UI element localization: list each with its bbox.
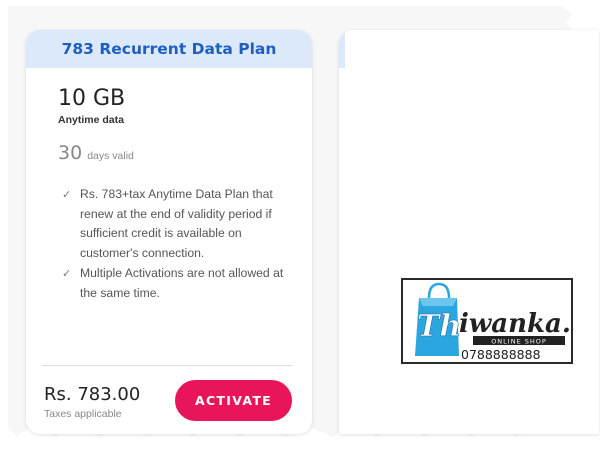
validity: 30 days valid: [58, 142, 134, 164]
feature-list: ✓ Rs. 783+tax Anytime Data Plan that ren…: [62, 185, 302, 304]
data-type: Anytime data: [58, 114, 124, 126]
list-item: ✓ Multiple Activations are not allowed a…: [62, 264, 302, 303]
feature-text: Rs. 783+tax Anytime Data Plan that renew…: [80, 187, 273, 260]
watermark-logo: Th iwanka.lk ONLINE SHOP 0788888888: [401, 278, 573, 364]
activate-button[interactable]: ACTIVATE: [175, 380, 292, 421]
plan-title: 783 Recurrent Data Plan: [61, 40, 277, 58]
svg-text:0788888888: 0788888888: [461, 347, 541, 362]
checkmark-icon: ✓: [62, 267, 72, 280]
data-amount: 10 GB: [58, 86, 126, 111]
svg-text:iwanka.lk: iwanka.lk: [459, 309, 571, 339]
next-plan-card[interactable]: [339, 30, 599, 434]
plan-card-header: 783 Recurrent Data Plan: [26, 30, 312, 68]
price: Rs. 783.00: [44, 384, 141, 405]
svg-text:Th: Th: [417, 309, 461, 344]
price-note: Taxes applicable: [44, 408, 122, 420]
feature-text: Multiple Activations are not allowed at …: [80, 266, 284, 300]
plan-card: 783 Recurrent Data Plan 10 GB Anytime da…: [26, 30, 312, 434]
list-item: ✓ Rs. 783+tax Anytime Data Plan that ren…: [62, 185, 302, 263]
validity-label: days valid: [87, 150, 134, 162]
divider: [42, 365, 292, 366]
checkmark-icon: ✓: [62, 188, 72, 201]
validity-days: 30: [58, 142, 83, 164]
svg-text:ONLINE SHOP: ONLINE SHOP: [491, 338, 547, 346]
watermark-logo-graphic: Th iwanka.lk ONLINE SHOP 0788888888: [415, 282, 571, 362]
